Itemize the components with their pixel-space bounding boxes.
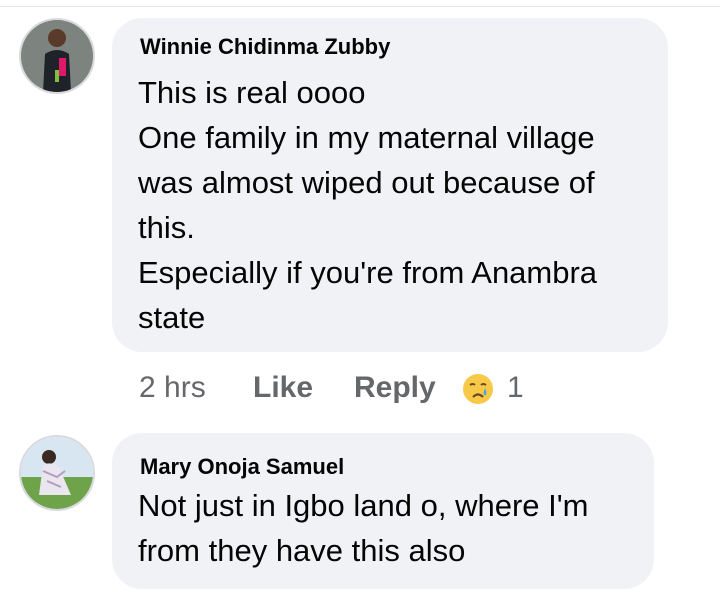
comment-author[interactable]: Winnie Chidinma Zubby [140,34,390,60]
comment-text: This is real oooo One family in my mater… [138,75,598,335]
avatar-photo-icon [21,20,93,92]
avatar-mary[interactable] [19,435,95,511]
comment-actions: 2 hrs Like Reply 1 [139,368,559,408]
comment-bubble: Mary Onoja Samuel Not just in Igbo land … [112,433,654,589]
reaction-count[interactable]: 1 [507,368,524,408]
reply-button[interactable]: Reply [354,368,436,408]
top-divider [0,6,720,7]
like-button[interactable]: Like [253,368,313,408]
comment-author[interactable]: Mary Onoja Samuel [140,454,344,480]
crying-face-icon[interactable] [462,373,494,405]
avatar-photo-icon [21,437,93,509]
comment-bubble: Winnie Chidinma Zubby This is real oooo … [112,18,668,352]
comment-text: Not just in Igbo land o, where I'm from … [138,488,589,568]
comment-time[interactable]: 2 hrs [139,368,206,408]
avatar-winnie[interactable] [19,18,95,94]
